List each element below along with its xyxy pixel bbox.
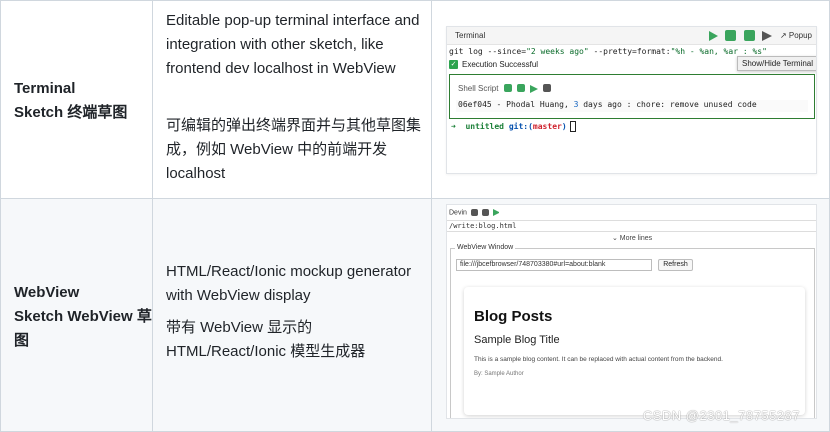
shell-prompt[interactable]: ➜ untitled git:(master): [451, 121, 576, 132]
description-zh: 可编辑的弹出终端界面并与其他草图集成，例如 WebView 中的前端开发 loc…: [166, 114, 421, 186]
log-output: 06ef045 - Phodal Huang, 3 days ago : cho…: [456, 100, 808, 112]
log-text: days ago : chore: remove unused code: [578, 100, 756, 109]
feature-name-line1: Terminal: [14, 80, 75, 97]
copy-icon[interactable]: [471, 209, 478, 216]
feature-table: Terminal Sketch 终端草图 Editable pop-up ter…: [0, 0, 830, 431]
name-cell: WebView Sketch WebView 草图: [0, 199, 152, 431]
terminal-screenshot: Terminal ↗ Popup git log --since="2 week…: [446, 26, 817, 174]
feature-name: Terminal Sketch 终端草图: [14, 77, 127, 125]
execution-status-text: Execution Successful: [462, 60, 538, 69]
feature-name: WebView Sketch WebView 草图: [14, 281, 152, 353]
terminal-toolbar: [709, 30, 775, 48]
run-icon[interactable]: [493, 209, 500, 216]
tooltip: Show/Hide Terminal: [737, 56, 817, 71]
file-path: /write:blog.html: [447, 220, 816, 232]
blog-post-author: By: Sample Author: [474, 371, 524, 377]
terminal-icon[interactable]: [725, 30, 736, 41]
send-icon[interactable]: [762, 31, 772, 41]
run-icon[interactable]: [709, 31, 718, 41]
refresh-icon[interactable]: [482, 209, 489, 216]
prompt-git-close: ): [562, 122, 567, 131]
webview-toolbar: Devin: [449, 209, 500, 216]
more-lines-toggle[interactable]: ⌄ More lines: [612, 234, 652, 242]
copy-icon[interactable]: [504, 84, 512, 92]
execution-status: ✓ Execution Successful: [449, 60, 739, 72]
table-row-terminal: Terminal Sketch 终端草图 Editable pop-up ter…: [0, 1, 830, 199]
blog-heading: Blog Posts: [474, 308, 552, 325]
watermark: CSDN @2301_78755287: [643, 408, 800, 423]
cursor: [570, 121, 576, 132]
run-icon[interactable]: [530, 85, 538, 93]
cmd-string: "%h - %an, %ar : %s": [671, 47, 767, 56]
table-row-webview: WebView Sketch WebView 草图 HTML/React/Ion…: [0, 199, 830, 432]
screenshot-cell: Terminal ↗ Popup git log --since="2 week…: [431, 1, 830, 198]
copy-icon[interactable]: [744, 30, 755, 41]
description-zh: 带有 WebView 显示的 HTML/React/Ionic 模型生成器: [166, 316, 421, 364]
refresh-button[interactable]: Refresh: [658, 259, 693, 271]
feature-name-line1: WebView: [14, 284, 79, 301]
prompt-dir: untitled: [465, 122, 504, 131]
command-line: git log --since="2 weeks ago" --pretty=f…: [449, 47, 767, 56]
blog-post-content: This is a sample blog content. It can be…: [474, 356, 723, 363]
save-icon[interactable]: [543, 84, 551, 92]
blog-post-title: Sample Blog Title: [474, 334, 560, 346]
description-cell: HTML/React/Ionic mockup generator with W…: [152, 199, 431, 431]
feature-name-line2: Sketch WebView 草图: [14, 308, 152, 349]
description-en: Editable pop-up terminal interface and i…: [166, 9, 421, 81]
address-field[interactable]: file:///jbcefbrowser/748703380#url=about…: [456, 259, 652, 271]
terminal-header: Terminal ↗ Popup: [447, 27, 816, 45]
name-cell: Terminal Sketch 终端草图: [0, 1, 152, 198]
cmd-part: git log --since=: [449, 47, 526, 56]
webview-window: WebView Window file:///jbcefbrowser/7487…: [450, 248, 815, 419]
cmd-string: "2 weeks ago": [526, 47, 589, 56]
log-text: 06ef045 - Phodal Huang,: [458, 100, 574, 109]
feature-name-line2: Sketch 终端草图: [14, 104, 127, 121]
shell-script-panel: Shell Script 06ef045 - Phodal Huang, 3 d…: [449, 74, 815, 119]
shell-script-header: Shell Script: [458, 84, 551, 93]
prompt-git: git:(: [509, 122, 533, 131]
screenshot-cell: Devin /write:blog.html ⌄ More lines WebV…: [431, 199, 830, 431]
webview-screenshot: Devin /write:blog.html ⌄ More lines WebV…: [446, 204, 817, 419]
webview-window-label: WebView Window: [455, 244, 515, 251]
shell-script-title: Shell Script: [458, 84, 498, 93]
popup-button[interactable]: ↗ Popup: [780, 31, 812, 40]
terminal-title: Terminal: [455, 31, 485, 40]
blog-card: Blog Posts Sample Blog Title This is a s…: [464, 287, 805, 415]
prompt-arrow-icon: ➜: [451, 122, 456, 131]
cmd-part: --pretty=format:: [589, 47, 671, 56]
refresh-icon[interactable]: [517, 84, 525, 92]
prompt-branch: master: [533, 122, 562, 131]
check-icon: ✓: [449, 60, 458, 69]
description-en: HTML/React/Ionic mockup generator with W…: [166, 260, 421, 308]
devin-label: Devin: [449, 209, 467, 216]
description-cell: Editable pop-up terminal interface and i…: [152, 1, 431, 198]
